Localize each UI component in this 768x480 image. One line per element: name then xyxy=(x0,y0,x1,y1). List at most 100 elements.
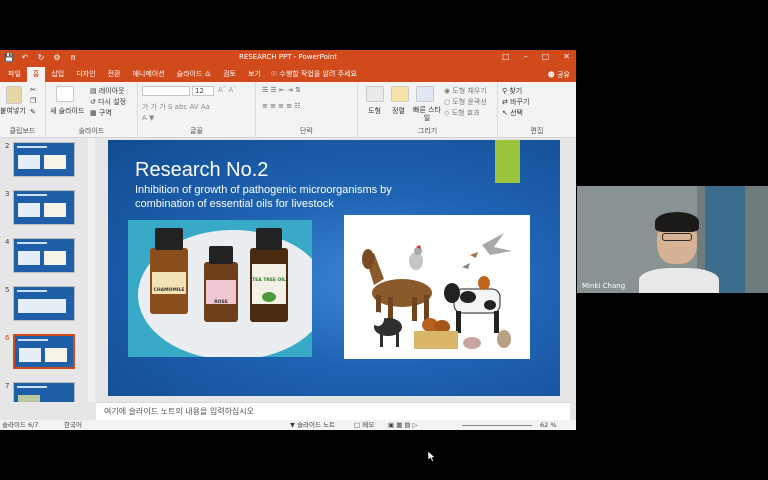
birds-figure xyxy=(462,233,512,269)
tell-me-text: 수행할 작업을 알려 주세요 xyxy=(279,70,357,78)
slide-thumbnail-selected[interactable]: 6 xyxy=(3,334,87,374)
bottle-cap xyxy=(209,246,233,264)
tab-view[interactable]: 보기 xyxy=(242,67,267,82)
share-button[interactable]: ☻ 공유 xyxy=(548,70,570,80)
shape-fill-button[interactable]: ◉ 도형 채우기 xyxy=(444,86,487,96)
font-style-buttons[interactable]: 가 가 가 S abc AV Aa xyxy=(142,102,210,112)
group-label-drawing: 그리기 xyxy=(417,127,438,135)
group-clipboard: 붙여넣기 ✂ ❐ ✎ 클립보드 xyxy=(0,82,46,138)
participant-hair xyxy=(655,212,699,232)
thumbnails-scrollbar[interactable] xyxy=(88,138,95,402)
tab-design[interactable]: 디자인 xyxy=(70,67,101,82)
slide-thumbnail[interactable]: 5 xyxy=(3,286,87,326)
minimize-icon[interactable]: – xyxy=(524,52,528,61)
powerpoint-window: 💾 ↶ ↻ ⚙ π RESEARCH PPT - PowerPoint □ – … xyxy=(0,50,576,430)
slide[interactable]: Research No.2 Inhibition of growth of pa… xyxy=(108,140,560,396)
language-indicator[interactable]: 한국어 xyxy=(64,420,82,430)
livestock-illustration xyxy=(362,233,512,349)
copy-icon[interactable]: ❐ xyxy=(30,97,36,105)
comments-toggle[interactable]: □ 메모 xyxy=(354,420,374,430)
zoom-slider[interactable] xyxy=(462,425,532,426)
new-slide-button[interactable]: 새 슬라이드 xyxy=(50,106,84,116)
essential-oils-image[interactable]: CHAMOMILE ROSE TEA TREE OIL xyxy=(128,220,312,357)
group-label-slides: 슬라이드 xyxy=(78,127,105,135)
slide-thumbnail[interactable]: 3 xyxy=(3,190,87,230)
replace-button[interactable]: ⇄ 바꾸기 xyxy=(502,97,529,107)
leaf-icon xyxy=(262,292,276,302)
tab-insert[interactable]: 삽입 xyxy=(45,67,70,82)
tab-slideshow[interactable]: 슬라이드 쇼 xyxy=(171,67,217,82)
slide-title[interactable]: Research No.2 xyxy=(135,159,268,182)
thumbnail-image xyxy=(13,190,75,225)
slide-counter: 슬라이드 6/7 xyxy=(2,421,39,429)
new-slide-icon[interactable] xyxy=(56,86,74,102)
cut-icon[interactable]: ✂ xyxy=(30,86,36,94)
shape-effects-button[interactable]: ◇ 도형 효과 xyxy=(444,108,480,118)
cow-figure xyxy=(444,283,501,333)
shapes-button[interactable]: 도형 xyxy=(368,106,381,116)
paste-button[interactable]: 붙여넣기 xyxy=(0,106,26,116)
close-icon[interactable]: ✕ xyxy=(563,52,570,61)
arrange-icon[interactable] xyxy=(391,86,409,102)
reset-icon: ↺ xyxy=(90,98,99,106)
group-drawing: 도형 정렬 빠른 스타일 ◉ 도형 채우기 ○ 도형 윤곽선 ◇ 도형 효과 그… xyxy=(358,82,498,138)
quick-styles-icon[interactable] xyxy=(416,86,434,102)
tab-animations[interactable]: 애니메이션 xyxy=(126,67,170,82)
list-buttons[interactable]: ☰ ☰ ⇤ ⇥ ⇅ xyxy=(262,86,301,94)
section-label: 구역 xyxy=(98,109,112,117)
pig-figure xyxy=(463,337,481,349)
share-label: 공유 xyxy=(557,71,570,79)
format-painter-button-icon[interactable]: ✎ xyxy=(30,108,36,116)
window-controls: □ – □ ✕ xyxy=(502,52,570,61)
zoom-level[interactable]: 62 % xyxy=(540,420,557,430)
group-font: 12 Aˆ Aˇ 가 가 가 S abc AV Aa A ▼ 글꼴 xyxy=(138,82,256,138)
notes-toggle[interactable]: ▼ 슬라이드 노트 xyxy=(290,420,335,430)
paste-icon[interactable] xyxy=(6,86,22,104)
shape-outline-button[interactable]: ○ 도형 윤곽선 xyxy=(444,97,487,107)
person-icon: ☻ xyxy=(547,71,558,79)
group-editing: ⚲ 찾기 ⇄ 바꾸기 ↖ 선택 편집 xyxy=(498,82,576,138)
hay-bale xyxy=(414,331,458,349)
quick-styles-button[interactable]: 빠른 스타일 xyxy=(412,106,442,122)
view-buttons[interactable]: ▣ ▦ ▤ ▷ xyxy=(388,420,418,430)
tab-home[interactable]: 홈 xyxy=(26,67,46,82)
reset-button[interactable]: ↺ 다시 설정 xyxy=(90,97,126,107)
livestock-image[interactable] xyxy=(344,215,530,359)
tab-review[interactable]: 검토 xyxy=(217,67,242,82)
rooster-figure xyxy=(409,245,423,270)
tell-me-box[interactable]: ☉ 수행할 작업을 알려 주세요 xyxy=(267,67,363,82)
tab-file[interactable]: 파일 xyxy=(2,67,27,82)
notes-pane[interactable]: 여기에 슬라이드 노트의 내용을 입력하십시오 xyxy=(96,402,570,420)
align-buttons[interactable]: ≡ ≡ ≡ ≡ ☷ xyxy=(262,102,301,110)
select-label: 선택 xyxy=(510,109,523,117)
slide-thumbnail[interactable]: 4 xyxy=(3,238,87,278)
layout-label: 레이아웃 xyxy=(98,87,125,95)
font-size-select[interactable]: 12 xyxy=(192,86,214,96)
video-tile[interactable]: Minki Chang xyxy=(577,186,768,293)
shape-outline-label: 도형 윤곽선 xyxy=(452,98,487,106)
arrange-button[interactable]: 정렬 xyxy=(392,106,405,116)
grow-font-icon[interactable]: Aˆ Aˇ xyxy=(218,86,237,94)
maximize-icon[interactable]: □ xyxy=(542,52,550,61)
font-color-buttons[interactable]: A ▼ xyxy=(142,114,154,122)
bottle-label-text: TEA TREE OIL xyxy=(252,278,286,283)
ribbon-options-icon[interactable]: □ xyxy=(502,52,510,61)
slide-thumbnails-pane[interactable]: 2 3 4 5 6 7 xyxy=(0,138,88,402)
replace-label: 바꾸기 xyxy=(510,98,530,106)
layout-button[interactable]: ▤ 레이아웃 xyxy=(90,86,125,96)
tab-transitions[interactable]: 전환 xyxy=(102,67,127,82)
slide-subtitle[interactable]: Inhibition of growth of pathogenic micro… xyxy=(135,183,445,211)
font-family-select[interactable] xyxy=(142,86,190,96)
thumbnail-image xyxy=(13,286,75,321)
group-label-editing: 편집 xyxy=(530,127,544,135)
shapes-icon[interactable] xyxy=(366,86,384,102)
slide-thumbnail[interactable]: 7 xyxy=(3,382,87,402)
thumbnail-number: 4 xyxy=(5,238,10,246)
select-icon: ↖ xyxy=(502,109,511,117)
thumbnail-image xyxy=(13,382,75,402)
slide-thumbnail[interactable]: 2 xyxy=(3,142,87,182)
select-button[interactable]: ↖ 선택 xyxy=(502,108,523,118)
section-button[interactable]: ▦ 구역 xyxy=(90,108,112,118)
find-button[interactable]: ⚲ 찾기 xyxy=(502,86,522,96)
thumbnail-number: 7 xyxy=(5,382,10,390)
